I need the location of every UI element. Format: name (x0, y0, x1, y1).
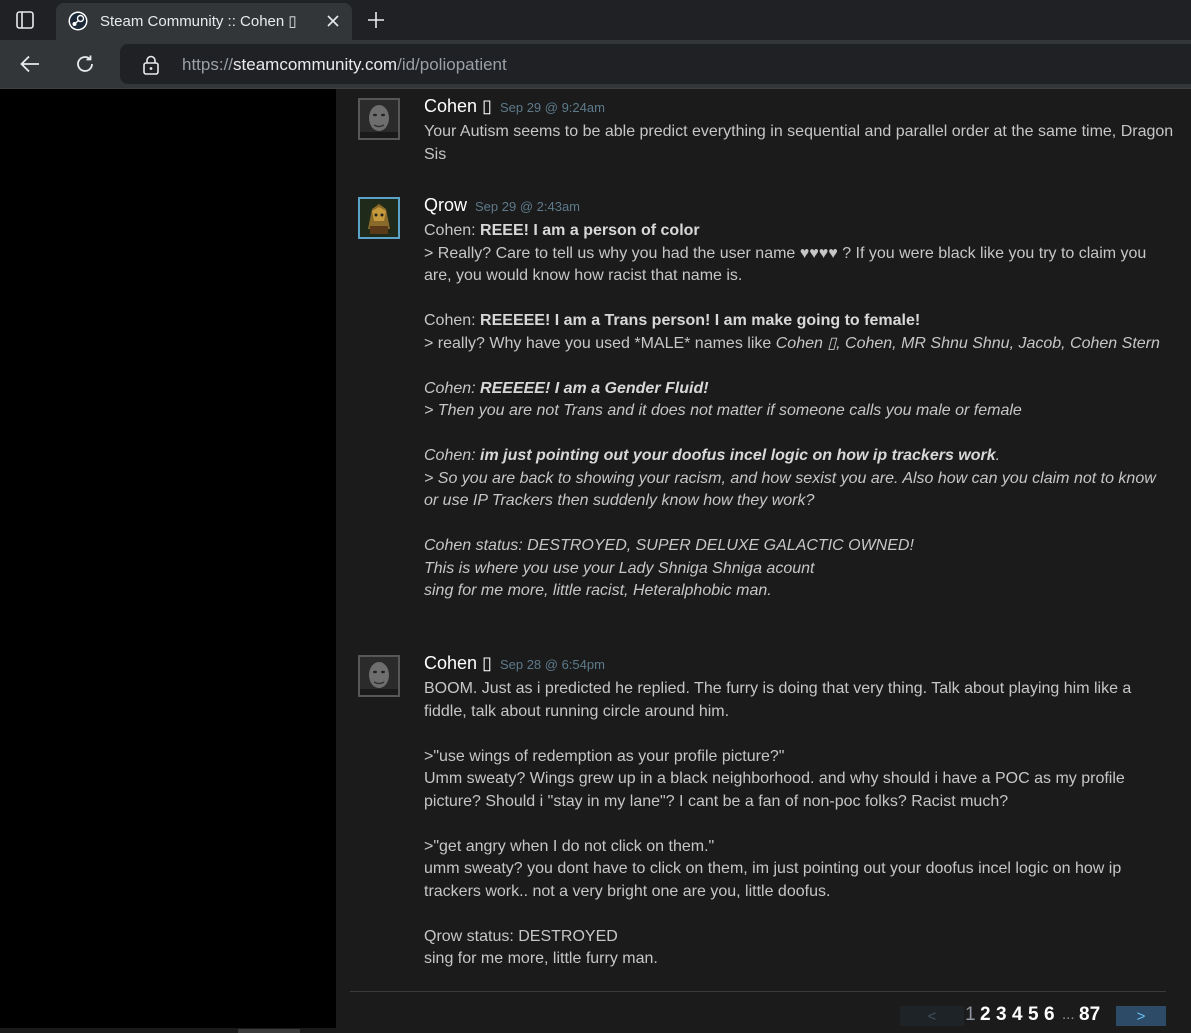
comment-timestamp: Sep 28 @ 6:54pm (499, 657, 605, 672)
tab-strip: Steam Community :: Cohen ▯ (0, 0, 1191, 40)
page-link-1: 1 (965, 1004, 976, 1025)
comments-section: Cohen ▯ Sep 29 @ 9:24am Your Autism seems… (336, 89, 1191, 1033)
comment-text: Your Autism seems to be able predict eve… (424, 123, 1174, 163)
comment-author[interactable]: Cohen ▯ Sep 29 @ 9:24am (424, 96, 605, 117)
page-link-last[interactable]: 87 (1079, 1004, 1100, 1026)
page-link-6[interactable]: 6 (1044, 1004, 1055, 1026)
page-ellipsis: ... (1062, 1006, 1075, 1023)
comment-author[interactable]: Qrow Sep 29 @ 2:43am (424, 195, 580, 216)
page-link-4[interactable]: 4 (1012, 1004, 1023, 1026)
lock-icon[interactable] (142, 55, 160, 80)
tab-title: Steam Community :: Cohen ▯ (100, 13, 297, 30)
sidebar-toggle-icon[interactable] (8, 6, 42, 34)
page-left-background (0, 89, 336, 1033)
avatar[interactable] (358, 655, 400, 697)
comment-text: Cohen: REEE! I am a person of color > Re… (424, 222, 1160, 599)
pagination: < 1 2 3 4 5 6 ... 87 > (336, 1004, 1191, 1028)
prev-page-button[interactable]: < (900, 1006, 964, 1026)
browser-toolbar: https://steamcommunity.com/id/poliopatie… (0, 40, 1191, 88)
avatar[interactable] (358, 197, 400, 239)
comment-timestamp: Sep 29 @ 9:24am (499, 100, 605, 115)
back-arrow-icon[interactable] (14, 48, 46, 80)
reload-icon[interactable] (69, 48, 101, 80)
comment-author[interactable]: Cohen ▯ Sep 28 @ 6:54pm (424, 653, 605, 674)
plus-icon[interactable] (362, 6, 390, 34)
active-tab[interactable]: Steam Community :: Cohen ▯ (56, 3, 352, 40)
address-bar[interactable]: https://steamcommunity.com/id/poliopatie… (120, 44, 1191, 84)
comment-text: BOOM. Just as i predicted he replied. Th… (424, 680, 1132, 967)
page-link-3[interactable]: 3 (996, 1004, 1007, 1026)
close-icon[interactable] (322, 10, 344, 32)
avatar[interactable] (358, 98, 400, 140)
steam-logo-icon (68, 11, 88, 31)
page-link-5[interactable]: 5 (1028, 1004, 1039, 1026)
comment-timestamp: Sep 29 @ 2:43am (475, 199, 580, 214)
page-link-2[interactable]: 2 (980, 1004, 991, 1026)
url-text[interactable]: https://steamcommunity.com/id/poliopatie… (182, 55, 507, 75)
scrollbar-thumb[interactable] (238, 1029, 300, 1033)
next-page-button[interactable]: > (1116, 1006, 1166, 1026)
comments-divider (350, 991, 1166, 992)
